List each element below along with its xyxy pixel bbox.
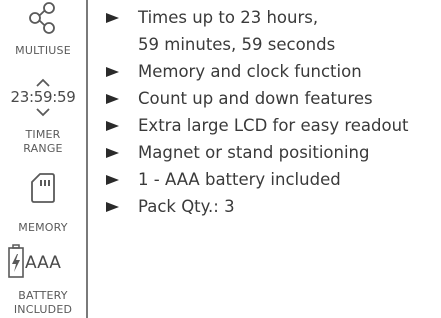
feature-list: Times up to 23 hours, 59 minutes, 59 sec… [104, 4, 409, 220]
vertical-divider [86, 0, 88, 318]
feature-item: Times up to 23 hours, 59 minutes, 59 sec… [104, 4, 409, 58]
battery-type-readout: AAA [25, 253, 61, 273]
feature-item: Memory and clock function [104, 58, 409, 85]
feature-icon-sidebar: MULTIUSE 23:59:59 TIMER RANGE MEMORY AAA… [0, 0, 86, 318]
bullet-arrow-icon [106, 148, 119, 158]
multiuse-label: MULTIUSE [15, 44, 71, 57]
feature-item: 1 - AAA battery included [104, 166, 409, 193]
bullet-arrow-icon [106, 67, 119, 77]
feature-item: Pack Qty.: 3 [104, 193, 409, 220]
feature-text: Magnet or stand positioning [138, 143, 370, 162]
feature-text: Extra large LCD for easy readout [138, 116, 409, 135]
feature-item: Extra large LCD for easy readout [104, 112, 409, 139]
feature-text: 1 - AAA battery included [138, 170, 341, 189]
timer-range-readout: 23:59:59 [10, 88, 76, 106]
bullet-arrow-icon [106, 202, 119, 212]
timer-label-line2: RANGE [23, 142, 63, 155]
battery-icon [8, 244, 24, 278]
timer-label-line1: TIMER [25, 128, 61, 141]
memory-label: MEMORY [18, 221, 68, 234]
bullet-arrow-icon [106, 13, 119, 23]
feature-text: Pack Qty.: 3 [138, 197, 235, 216]
feature-text: Times up to 23 hours, [138, 8, 319, 27]
feature-text-continued: 59 minutes, 59 seconds [138, 35, 336, 54]
share-nodes-icon [29, 2, 55, 34]
bullet-arrow-icon [106, 175, 119, 185]
bullet-arrow-icon [106, 94, 119, 104]
feature-text: Memory and clock function [138, 62, 362, 81]
feature-text: Count up and down features [138, 89, 373, 108]
feature-item: Count up and down features [104, 85, 409, 112]
bullet-arrow-icon [106, 121, 119, 131]
chevron-down-icon [36, 108, 50, 117]
memory-card-icon [31, 173, 55, 203]
battery-label-line2: INCLUDED [13, 303, 73, 316]
battery-label-line1: BATTERY [18, 289, 68, 302]
feature-item: Magnet or stand positioning [104, 139, 409, 166]
chevron-up-icon [36, 78, 50, 87]
